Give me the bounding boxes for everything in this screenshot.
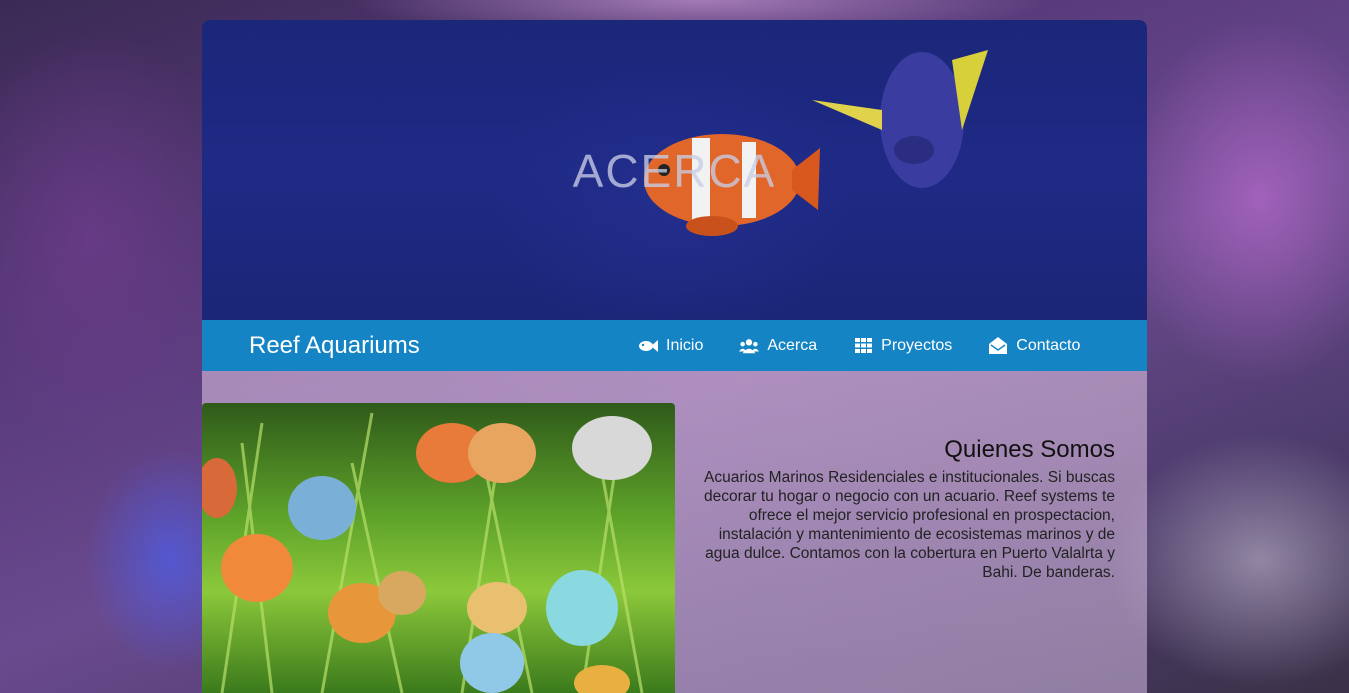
brand-logo-link[interactable]: Reef Aquariums [249, 332, 420, 360]
about-text-block: Quienes Somos Acuarios Marinos Residenci… [695, 436, 1115, 582]
about-heading: Quienes Somos [944, 436, 1115, 463]
nav-item-label: Acerca [767, 336, 818, 354]
about-section: Quienes Somos Acuarios Marinos Residenci… [202, 371, 1147, 693]
aquarium-illustration [202, 412, 652, 693]
hero-title: ACERCA [572, 145, 777, 197]
envelope-open-icon [988, 337, 1008, 355]
nav-item-acerca[interactable]: Acerca [739, 337, 817, 355]
grid-icon [853, 337, 873, 355]
hero-banner: ACERCA [202, 20, 1147, 320]
about-paragraph: Acuarios Marinos Residenciales e institu… [704, 469, 1115, 581]
navbar: Reef Aquariums Inicio Acerca Proyectos C… [202, 320, 1147, 371]
nav-item-contacto[interactable]: Contacto [988, 337, 1080, 355]
fish-icon [638, 337, 658, 355]
nav-item-proyectos[interactable]: Proyectos [853, 337, 952, 355]
nav-item-inicio[interactable]: Inicio [638, 337, 703, 355]
page-container: ACERCA Reef Aquariums Inicio Acerca Proy… [202, 20, 1147, 693]
nav-menu: Inicio Acerca Proyectos Contacto [638, 320, 1116, 371]
nav-item-label: Contacto [1016, 336, 1081, 354]
users-icon [739, 337, 760, 355]
discus-fish-photo [202, 403, 675, 693]
nav-item-label: Inicio [666, 336, 704, 354]
nav-item-label: Proyectos [881, 336, 953, 354]
